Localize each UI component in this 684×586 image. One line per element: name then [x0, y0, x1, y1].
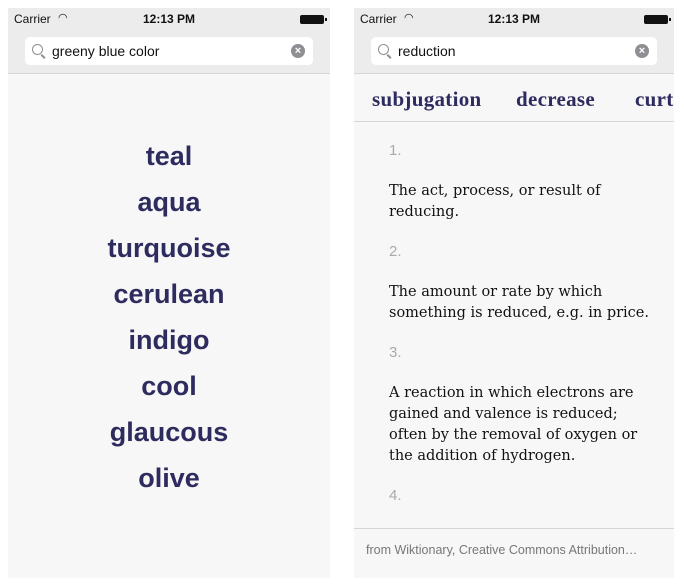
- attribution[interactable]: from Wiktionary, Creative Commons Attrib…: [354, 528, 674, 578]
- definition-text: The amount or rate by which something is…: [389, 284, 649, 321]
- status-bar: Carrier ◠ 12:13 PM: [8, 12, 330, 28]
- result-word[interactable]: teal: [8, 136, 330, 182]
- definition-number: 4.: [389, 487, 402, 504]
- battery-icon: [300, 15, 327, 24]
- results-list: teal aqua turquoise cerulean indigo cool…: [8, 136, 330, 504]
- result-word[interactable]: olive: [8, 458, 330, 504]
- clear-icon[interactable]: ×: [635, 44, 649, 58]
- clear-icon[interactable]: ×: [291, 44, 305, 58]
- result-word[interactable]: cerulean: [8, 274, 330, 320]
- result-word[interactable]: aqua: [8, 182, 330, 228]
- result-word[interactable]: indigo: [8, 320, 330, 366]
- search-icon: [32, 44, 43, 55]
- result-word[interactable]: turquoise: [8, 228, 330, 274]
- synonym[interactable]: decrease: [516, 87, 595, 112]
- definition-text: The act, process, or result of reducing.: [389, 183, 601, 220]
- search-bar[interactable]: ×: [25, 37, 313, 65]
- left-screen: Carrier ◠ 12:13 PM × teal aqua turquoise…: [8, 8, 330, 578]
- synonym-strip[interactable]: subjugation decrease curt: [354, 75, 674, 122]
- synonym[interactable]: curt: [635, 87, 674, 112]
- header: Carrier ◠ 12:13 PM ×: [354, 8, 674, 74]
- clock: 12:13 PM: [487, 12, 541, 26]
- result-word[interactable]: cool: [8, 366, 330, 412]
- search-input[interactable]: [398, 37, 628, 65]
- definition-number: 3.: [389, 344, 402, 361]
- definition-number: 1.: [389, 142, 402, 159]
- search-input[interactable]: [52, 37, 282, 65]
- status-bar: Carrier ◠ 12:13 PM: [354, 12, 674, 28]
- synonym[interactable]: subjugation: [372, 87, 482, 112]
- search-bar[interactable]: ×: [371, 37, 657, 65]
- definition-number: 2.: [389, 243, 402, 260]
- header: Carrier ◠ 12:13 PM ×: [8, 8, 330, 74]
- result-word[interactable]: glaucous: [8, 412, 330, 458]
- right-screen: Carrier ◠ 12:13 PM × subjugation decreas…: [354, 8, 674, 578]
- definition-text: A reaction in which electrons are gained…: [389, 385, 638, 464]
- battery-icon: [644, 15, 671, 24]
- search-icon: [378, 44, 389, 55]
- clock: 12:13 PM: [142, 12, 196, 26]
